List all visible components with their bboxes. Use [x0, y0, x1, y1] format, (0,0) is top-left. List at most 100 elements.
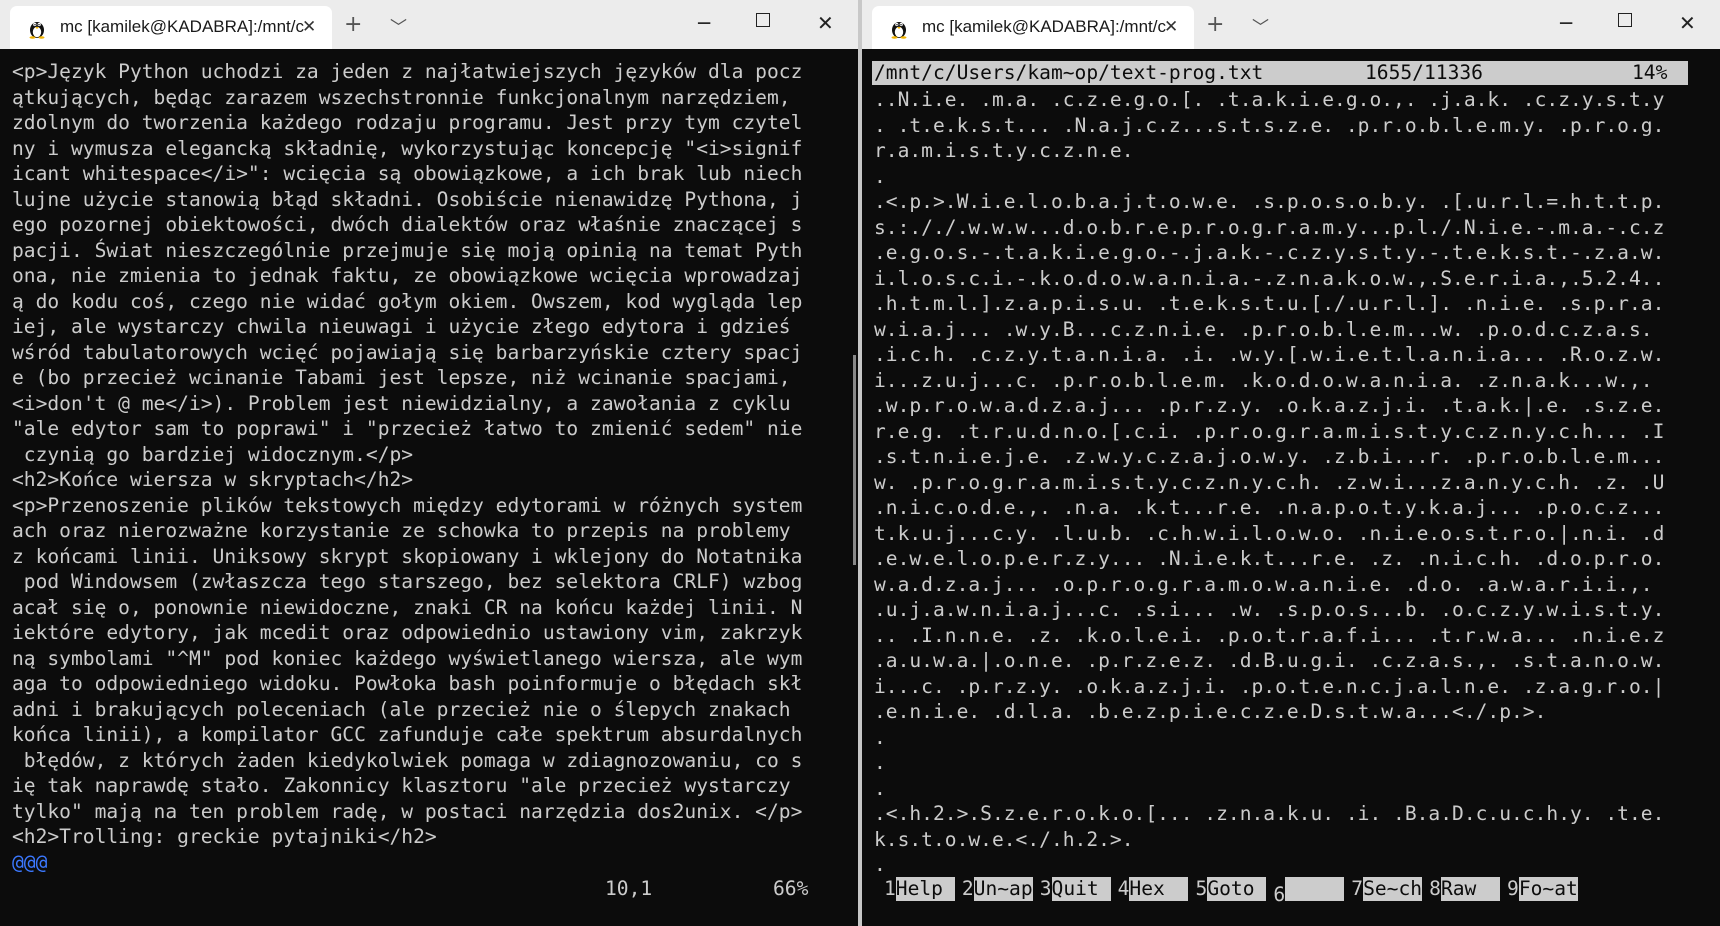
text-line: .e.n.i.e. .d.l.a. .b.e.z.p.i.e.c.z.e.D.s… — [874, 700, 1547, 723]
text-line: zdolnym do tworzenia każdego rodzaju pro… — [12, 111, 803, 134]
new-tab-button[interactable]: + — [1206, 12, 1224, 37]
text-line: .e.g.o.s.-.t.a.k.i.e.g.o.-.j.a.k.-.c.z.y… — [874, 241, 1665, 264]
text-line: e (bo przecież wcinanie Tabami jest leps… — [12, 366, 791, 389]
close-window-button[interactable]: ✕ — [817, 11, 834, 35]
text-line: .s.t.n.i.e.j.e. .z.w.y.c.z.a.j.o.w.y. .z… — [874, 445, 1665, 468]
new-tab-button[interactable]: + — [344, 12, 362, 37]
text-line: k.s.t.o.w.e.<./.h.2.>. — [874, 827, 1134, 851]
text-line: .. .I.n.n.e. .z. .k.o.l.e.i. .p.o.t.r.a.… — [874, 623, 1665, 647]
vim-buffer[interactable]: <p>Język Python uchodzi za jeden z najła… — [12, 59, 848, 875]
text-line: pacji. Świat nieszczególnie przejmuje si… — [12, 238, 803, 262]
text-line: icant whitespace</i>": wcięcia są obowią… — [12, 162, 803, 185]
tux-icon — [891, 22, 907, 39]
viewer-content[interactable]: ..N.i.e. .m.a. .c.z.e.g.o.[. .t.a.k.i.e.… — [874, 87, 1708, 878]
text-line: adni i brakujących poleceniach (ale prze… — [12, 697, 791, 721]
tab-title: mc [kamilek@KADABRA]:/mnt/c — [60, 17, 304, 36]
text-line: iektóre edytory, jak mcedit oraz odpowie… — [12, 621, 803, 644]
scroll-percent: 66% — [773, 877, 809, 900]
fkey-6[interactable]: 6 — [1273, 877, 1345, 907]
fkey-9[interactable]: 9Fo~at — [1507, 877, 1578, 901]
fkey-number: 4 — [1117, 877, 1130, 900]
fkey-3[interactable]: 3Quit — [1040, 877, 1111, 901]
terminal-window-left: mc [kamilek@KADABRA]:/mnt/c ✕ + ﹀ ─ ✕ <p… — [0, 0, 858, 926]
text-line: błędów, z których żaden kiedykolwiek pom… — [12, 748, 803, 772]
fkey-number: 7 — [1351, 877, 1364, 900]
text-line: <h2>Końce wiersza w skryptach</h2> — [12, 468, 414, 491]
text-line: .e.w.e.l.o.p.e.r.z.y... .N.i.e.k.t...r.e… — [874, 547, 1665, 570]
title-bar: mc [kamilek@KADABRA]:/mnt/c ✕ + ﹀ ─ ✕ — [862, 0, 1720, 49]
text-line: .<.p.>.W.i.e.l.o.b.a.j.t.o.w.e. .s.p.o.s… — [874, 190, 1665, 213]
text-line: <h2>Trolling: greckie pytajniki</h2> — [12, 825, 437, 848]
text-line: t.k.u.j...c.y. .l.u.b. .c.h.w.i.l.o.w.o.… — [874, 521, 1665, 545]
text-line: tylko" mają na ten problem radę, w posta… — [12, 799, 803, 823]
file-path: /mnt/c/Users/kam~op/text-prog.txt — [874, 61, 1264, 84]
text-line: w.i.a.j... .w.y.B...c.z.n.i.e. .p.r.o.b.… — [874, 317, 1653, 341]
fkey-5[interactable]: 5Goto — [1196, 877, 1267, 901]
fkey-label: Raw — [1440, 877, 1500, 901]
text-line: .h.t.m.l.].z.a.p.i.s.u. .t.e.k.s.t.u.[./… — [874, 292, 1665, 315]
scrollbar-thumb[interactable] — [853, 355, 856, 565]
fkey-label: Hex — [1129, 877, 1189, 901]
text-line: ię tak naprawdę stało. Zakonnicy klaszto… — [12, 774, 791, 797]
byte-position: 1655/11336 — [1365, 61, 1483, 84]
text-line: i...z.u.j...c. .p.r.o.b.l.e.m. .k.o.d.o.… — [874, 368, 1653, 392]
text-line: . — [874, 853, 886, 876]
maximize-button[interactable] — [1618, 13, 1632, 27]
fkey-2[interactable]: 2Un~ap — [962, 877, 1033, 901]
text-line: .i.c.h. .c.z.y.t.a.n.i.a. .i. .w.y.[.w.i… — [874, 343, 1665, 366]
text-line: ona, nie zmienia to jednak faktu, ze obo… — [12, 264, 803, 287]
text-line: acał się o, ponownie niewidoczne, znaki … — [12, 595, 803, 619]
fkey-label — [1285, 877, 1345, 901]
fkey-number: 1 — [884, 877, 896, 900]
text-line: <p>Język Python uchodzi za jeden z najła… — [12, 60, 803, 83]
minimize-button[interactable]: ─ — [1560, 11, 1572, 35]
text-line: . — [874, 725, 886, 749]
text-line: s.:././.w.w.w...d.o.b.r.e.p.r.o.g.r.a.m.… — [874, 215, 1665, 239]
fkey-number: 2 — [961, 877, 974, 900]
fkey-1[interactable]: 1Help — [884, 877, 955, 901]
text-line: .u.j.a.w.n.i.a.j...c. .s.i... .w. .s.p.o… — [874, 598, 1665, 621]
close-tab-icon[interactable]: ✕ — [1164, 17, 1178, 37]
text-line: i.l.o.s.c.i.-.k.o.d.o.w.a.n.i.a.-.z.n.a.… — [874, 266, 1665, 290]
text-line: ego pozornej obiektowości, dwóch dialekt… — [12, 213, 803, 236]
view-percent: 14% — [1632, 61, 1668, 84]
text-line: . — [874, 751, 886, 774]
minimize-button[interactable]: ─ — [698, 11, 710, 35]
fkey-label: Goto — [1207, 877, 1267, 901]
fkey-number: 5 — [1195, 877, 1208, 900]
text-line: i...c. .p.r.z.y. .o.k.a.z.j.i. .p.o.t.e.… — [874, 674, 1665, 698]
text-line: ach oraz nierozważne korzystanie ze scho… — [12, 519, 791, 542]
fkey-label: Quit — [1051, 877, 1111, 901]
close-window-button[interactable]: ✕ — [1679, 11, 1696, 35]
fkey-number: 3 — [1039, 877, 1052, 900]
fkey-4[interactable]: 4Hex — [1118, 877, 1189, 901]
text-line: iej, ale wystarczy chwila nieuwagi i uży… — [12, 315, 791, 338]
close-tab-icon[interactable]: ✕ — [302, 17, 316, 37]
text-line: .a.u.w.a.|.o.n.e. .p.r.z.e.z. .d.B.u.g.i… — [874, 649, 1665, 672]
text-line: r.a.m.i.s.t.y.c.z.n.e. — [874, 139, 1134, 162]
fkey-8[interactable]: 8Raw — [1429, 877, 1500, 901]
text-line: ątkujących, będąc zarazem wszechstronnie… — [12, 85, 791, 109]
viewer-header: /mnt/c/Users/kam~op/text-prog.txt 1655/1… — [872, 61, 1688, 85]
fkey-7[interactable]: 7Se~ch — [1351, 877, 1423, 901]
text-line: pod Windowsem (zwłaszcza tego starszego,… — [12, 570, 803, 593]
text-line: w. .p.r.o.g.r.a.m.i.s.t.y.c.z.n.y.c.h. .… — [874, 470, 1665, 494]
text-line: z końcami linii. Uniksowy skrypt skopiow… — [12, 544, 803, 568]
fkey-number: 9 — [1507, 877, 1519, 900]
text-line: . — [874, 164, 886, 188]
text-line: ą do kodu coś, czego nie widać gołym oki… — [12, 289, 803, 313]
tux-icon — [29, 22, 45, 39]
text-line: w.a.d.z.a.j... .o.p.r.o.g.r.a.m.o.w.a.n.… — [874, 572, 1653, 596]
maximize-button[interactable] — [756, 13, 770, 27]
fkey-number: 6 — [1273, 883, 1286, 906]
terminal-tab[interactable]: mc [kamilek@KADABRA]:/mnt/c ✕ — [10, 6, 332, 49]
text-line: ..N.i.e. .m.a. .c.z.e.g.o.[. .t.a.k.i.e.… — [874, 88, 1665, 111]
terminal-tab[interactable]: mc [kamilek@KADABRA]:/mnt/c ✕ — [872, 6, 1194, 49]
chevron-down-icon[interactable]: ﹀ — [1252, 13, 1269, 38]
chevron-down-icon[interactable]: ﹀ — [390, 13, 407, 38]
title-bar: mc [kamilek@KADABRA]:/mnt/c ✕ + ﹀ ─ ✕ — [0, 0, 858, 49]
terminal-window-right: mc [kamilek@KADABRA]:/mnt/c ✕ + ﹀ ─ ✕ /m… — [862, 0, 1720, 926]
text-line: <p>Przenoszenie plików tekstowych między… — [12, 493, 803, 517]
tab-title: mc [kamilek@KADABRA]:/mnt/c — [922, 17, 1166, 36]
text-line: .w.p.r.o.w.a.d.z.a.j... .p.r.z.y. .o.k.a… — [874, 394, 1665, 417]
